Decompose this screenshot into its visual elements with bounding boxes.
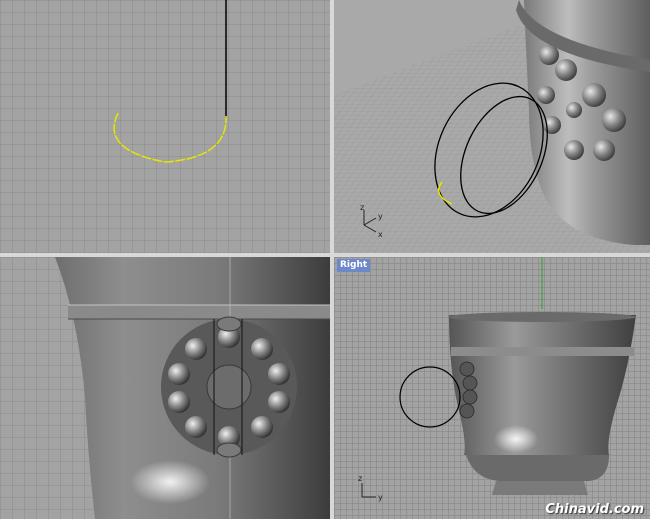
axis-label-z: z — [360, 203, 364, 212]
viewport-front-canvas — [55, 257, 330, 519]
viewport-title-right[interactable]: Right — [337, 259, 371, 272]
viewport-right[interactable]: z y Right Chinavid.com — [334, 257, 650, 519]
axis-label-z: z — [358, 474, 362, 483]
axis-label-y: y — [378, 493, 383, 502]
viewport-perspective[interactable]: z y x — [334, 0, 650, 253]
axis-gizmo-icon: z y — [358, 474, 383, 502]
axis-label-y: y — [378, 212, 383, 221]
viewport-top-canvas — [113, 0, 227, 163]
viewport-layout: z y x z y Right Chinavid.com — [0, 0, 650, 519]
viewport-perspective-canvas: z y x — [334, 0, 650, 253]
handle-circle-curve — [399, 366, 461, 428]
viewport-top[interactable] — [0, 0, 330, 253]
specular-highlight-right — [494, 425, 538, 453]
specular-highlight — [130, 460, 210, 504]
cup-band — [68, 305, 330, 319]
viewport-front[interactable] — [0, 257, 330, 519]
cup-foot — [492, 481, 588, 495]
axis-label-x: x — [378, 230, 383, 239]
cup-waist — [466, 455, 609, 481]
watermark: Chinavid.com — [545, 502, 644, 517]
selected-arc-curve — [113, 112, 227, 163]
cup-band-right — [451, 347, 634, 356]
viewport-right-canvas: z y — [358, 257, 636, 502]
cup-rim-right — [448, 312, 636, 322]
